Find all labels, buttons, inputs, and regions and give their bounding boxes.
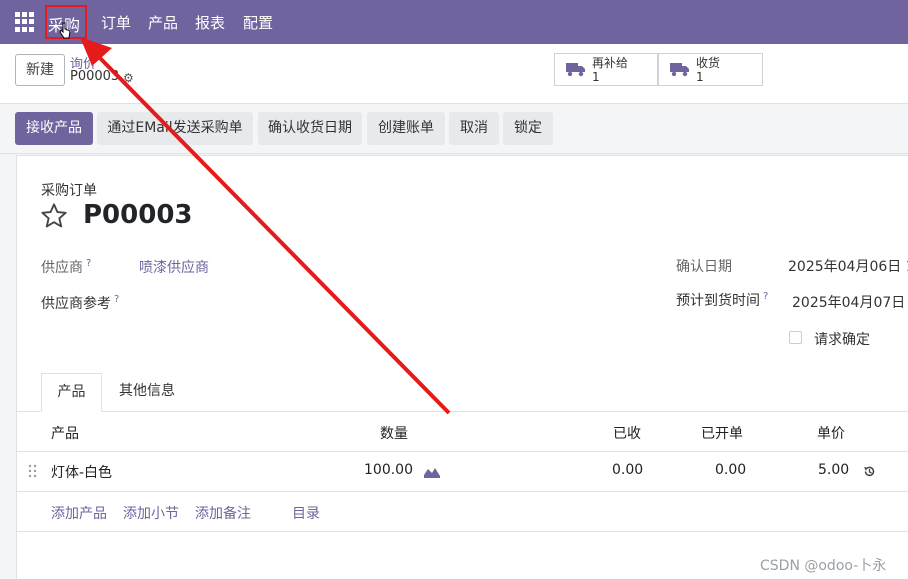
gear-icon[interactable]: ⚙ — [123, 71, 134, 85]
control-panel: 新建 询价 P00003 ⚙ 再补给 1 收货 1 — [0, 44, 908, 104]
watermark: CSDN @odoo-卜永 — [760, 558, 887, 574]
row-quantity[interactable]: 100.00 — [364, 462, 413, 478]
cancel-button[interactable]: 取消 — [449, 112, 499, 145]
smart-count: 1 — [696, 70, 704, 84]
forecast-chart-icon[interactable] — [424, 466, 440, 478]
col-received[interactable]: 已收 — [613, 423, 641, 443]
star-icon[interactable] — [40, 202, 68, 230]
smart-button-replenish[interactable]: 再补给 1 — [554, 53, 658, 86]
receive-products-button[interactable]: 接收产品 — [15, 112, 93, 145]
add-note-link[interactable]: 添加备注 — [195, 503, 251, 523]
row-unit-price[interactable]: 5.00 — [818, 462, 849, 478]
table-header: 产品 数量 已收 已开单 单价 — [17, 412, 908, 452]
add-product-link[interactable]: 添加产品 — [51, 503, 107, 523]
tab-products[interactable]: 产品 — [41, 373, 102, 412]
hand-cursor-icon — [59, 22, 71, 39]
confirm-date-field[interactable]: 2025年04月06日 11 — [788, 256, 908, 276]
row-billed: 0.00 — [715, 462, 747, 478]
apps-menu-icon[interactable] — [15, 12, 35, 32]
row-received[interactable]: 0.00 — [612, 462, 643, 478]
action-bar: 接收产品 通过EMail发送采购单 确认收货日期 创建账单 取消 锁定 — [0, 104, 908, 154]
col-quantity[interactable]: 数量 — [380, 423, 408, 443]
lock-button[interactable]: 锁定 — [503, 112, 553, 145]
menu-orders[interactable]: 订单 — [101, 12, 131, 33]
truck-icon — [566, 63, 585, 77]
vendor-ref-label: 供应商参考? — [41, 294, 120, 312]
ask-confirm-label: 请求确定 — [814, 332, 870, 348]
notebook-tabs: 产品 其他信息 — [17, 373, 908, 412]
reset-history-icon[interactable] — [863, 465, 876, 478]
new-button[interactable]: 新建 — [15, 54, 65, 86]
menu-products[interactable]: 产品 — [148, 12, 178, 33]
col-product[interactable]: 产品 — [51, 423, 79, 443]
menu-config[interactable]: 配置 — [243, 12, 273, 33]
send-po-email-button[interactable]: 通过EMail发送采购单 — [97, 112, 253, 145]
smart-label: 收货 — [696, 56, 721, 70]
col-unit-price[interactable]: 单价 — [817, 423, 845, 443]
add-section-link[interactable]: 添加小节 — [123, 503, 179, 523]
ask-confirm-checkbox[interactable] — [789, 331, 802, 344]
form-sheet: 采购订单 P00003 供应商? 喷漆供应商 供应商参考? 确认日期 2025年… — [16, 155, 908, 579]
vendor-label: 供应商? — [41, 258, 92, 276]
drag-handle-icon[interactable] — [28, 464, 37, 478]
record-type-label: 采购订单 — [41, 183, 97, 199]
truck-icon — [670, 63, 689, 77]
smart-count: 1 — [592, 70, 600, 84]
smart-label: 再补给 — [592, 56, 629, 70]
row-product[interactable]: 灯体-白色 — [51, 462, 112, 482]
catalog-link[interactable]: 目录 — [292, 503, 320, 523]
add-line-row: 添加产品 添加小节 添加备注 目录 — [17, 492, 908, 532]
breadcrumb-current: P00003 — [70, 69, 120, 84]
expected-arrival-field[interactable]: 2025年04月07日 2 — [792, 292, 908, 312]
table-row[interactable]: 灯体-白色 100.00 0.00 0.00 5.00 — [17, 452, 908, 492]
col-billed[interactable]: 已开单 — [701, 423, 743, 443]
tab-other-info[interactable]: 其他信息 — [108, 373, 186, 412]
confirm-date-label: 确认日期 — [676, 259, 732, 275]
page-title: P00003 — [83, 200, 193, 230]
expected-arrival-label: 预计到货时间? — [676, 291, 769, 309]
smart-button-receipt[interactable]: 收货 1 — [658, 53, 763, 86]
create-bill-button[interactable]: 创建账单 — [367, 112, 445, 145]
confirm-receipt-date-button[interactable]: 确认收货日期 — [258, 112, 362, 145]
vendor-field[interactable]: 喷漆供应商 — [139, 257, 209, 277]
top-navbar: 采购 订单 产品 报表 配置 — [0, 0, 908, 44]
menu-reports[interactable]: 报表 — [195, 12, 225, 33]
